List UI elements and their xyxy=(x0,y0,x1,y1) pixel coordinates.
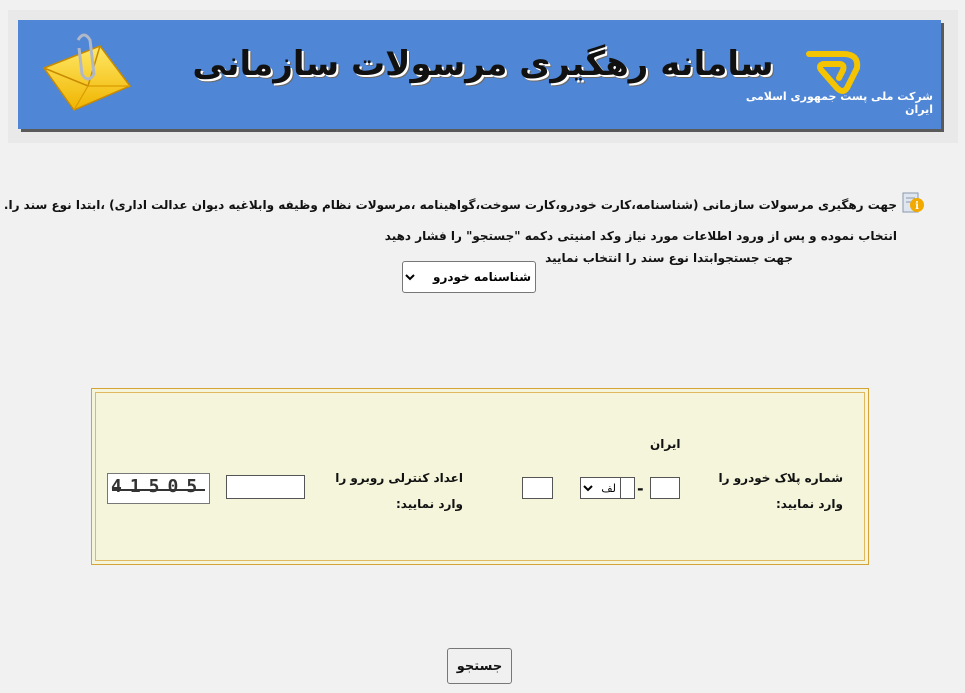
captcha-code: 41505 xyxy=(111,476,206,497)
plate-first-digits-input[interactable] xyxy=(522,477,553,499)
plate-region-input[interactable] xyxy=(650,477,680,499)
plate-iran-label: ایران xyxy=(650,437,681,451)
search-button[interactable]: جستجو xyxy=(447,648,512,684)
captcha-image: 41505 xyxy=(107,473,210,504)
captcha-input[interactable] xyxy=(226,475,305,499)
document-type-select[interactable]: شناسنامه خودرو xyxy=(402,261,536,293)
info-icon: i xyxy=(902,192,924,213)
plate-dash: - xyxy=(637,479,644,498)
search-form-panel: شماره پلاک خودرو را وارد نمایید: ایران -… xyxy=(91,388,869,565)
plate-letter-select[interactable]: لف xyxy=(580,477,621,499)
intro-line-2: انتخاب نموده و پس از ورود اطلاعات مورد ن… xyxy=(384,229,897,243)
company-name: شرکت ملی پست جمهوری اسلامی ایران xyxy=(745,90,933,116)
intro-line-1: جهت رهگیری مرسولات سازمانی (شناسنامه،کار… xyxy=(3,198,897,212)
svg-text:i: i xyxy=(915,201,919,212)
captcha-strike xyxy=(112,489,205,491)
intro-line-3: جهت جستجوابتدا نوع سند را انتخاب نمایید xyxy=(545,251,793,265)
captcha-label: اعداد کنترلی روبرو را وارد نمایید: xyxy=(335,471,463,511)
page-title: سامانه رهگیری مرسولات سازمانی xyxy=(192,44,774,84)
banner: سامانه رهگیری مرسولات سازمانی شرکت ملی پ… xyxy=(18,20,941,129)
plate-number-label: شماره پلاک خودرو را وارد نمایید: xyxy=(718,471,844,511)
envelope-logo-icon xyxy=(42,33,132,111)
